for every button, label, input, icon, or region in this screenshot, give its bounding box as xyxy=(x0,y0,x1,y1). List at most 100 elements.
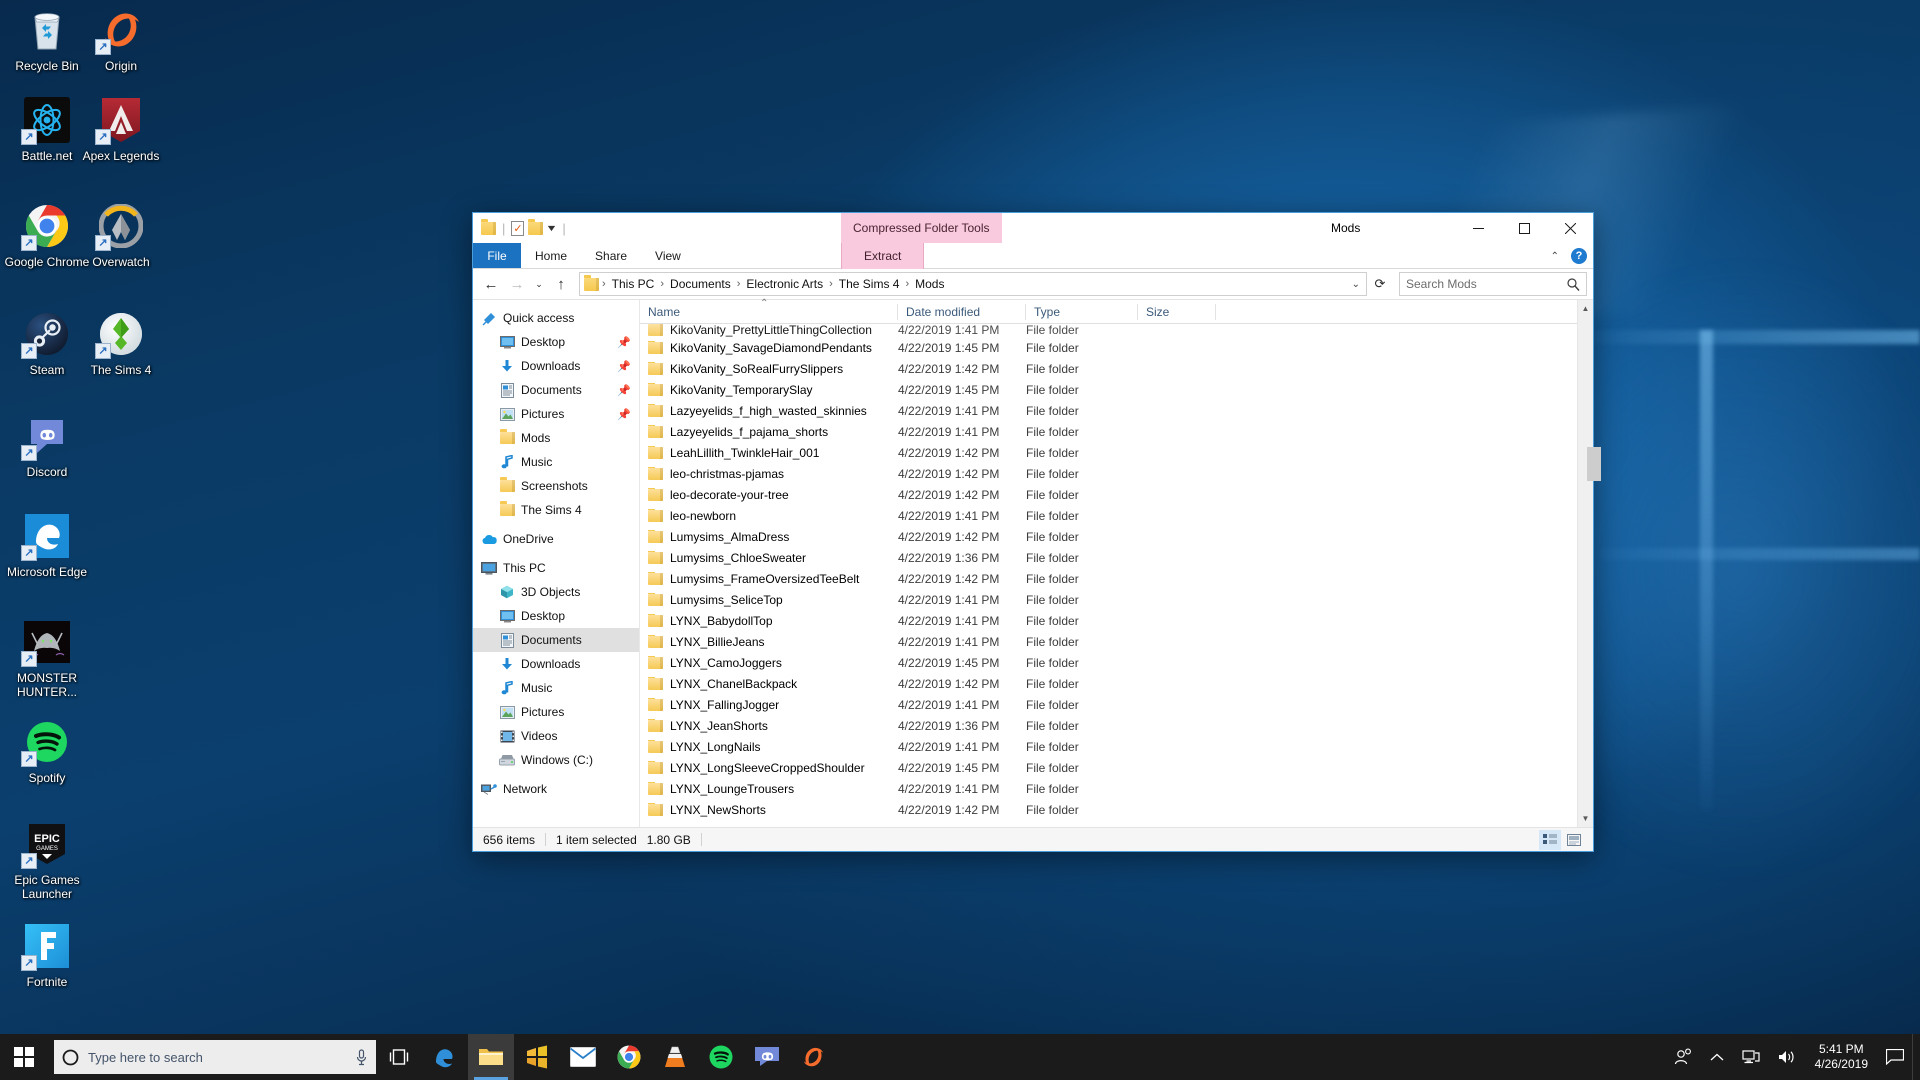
sidebar-item-the-sims-4[interactable]: The Sims 4 xyxy=(473,498,639,522)
sidebar-item-onedrive[interactable]: OneDrive xyxy=(473,527,639,551)
sidebar-item-3d-objects[interactable]: 3D Objects xyxy=(473,580,639,604)
sidebar-item-windows-c[interactable]: Windows (C:) xyxy=(473,748,639,772)
pin-icon[interactable]: 📌 xyxy=(617,336,631,349)
window-title-bar[interactable]: | ▼ | Compressed Folder Tools Mods xyxy=(473,213,1593,243)
chrome-taskbar-icon[interactable] xyxy=(606,1034,652,1080)
system-tray[interactable]: 5:41 PM 4/26/2019 xyxy=(1665,1034,1920,1080)
chevron-up-icon[interactable]: ⌃ xyxy=(1551,251,1559,262)
tab-extract[interactable]: Extract xyxy=(842,243,924,269)
microsoft-store-taskbar-icon[interactable] xyxy=(514,1034,560,1080)
table-row[interactable]: leo-decorate-your-tree 4/22/2019 1:42 PM F… xyxy=(640,484,1577,505)
explorer-system-menu-icon[interactable] xyxy=(481,218,496,235)
file-explorer-window[interactable]: | ▼ | Compressed Folder Tools Mods xyxy=(472,212,1601,852)
tab-home[interactable]: Home xyxy=(521,243,581,268)
desktop-icon-fortnite[interactable]: Fortnite xyxy=(0,922,96,989)
sidebar-item-this-pc[interactable]: This PC xyxy=(473,556,639,580)
action-center-icon[interactable] xyxy=(1878,1034,1912,1080)
table-row[interactable]: LYNX_ChanelBackpack 4/22/2019 1:42 PM File… xyxy=(640,673,1577,694)
sidebar-item-videos[interactable]: Videos xyxy=(473,724,639,748)
maximize-button[interactable] xyxy=(1501,213,1547,243)
refresh-icon[interactable]: ⟳ xyxy=(1369,272,1391,296)
breadcrumb-item-mods[interactable]: Mods xyxy=(910,273,949,295)
properties-icon[interactable] xyxy=(511,220,525,236)
column-header-date-modified[interactable]: Date modified xyxy=(898,300,1026,324)
forward-arrow-icon[interactable]: → xyxy=(505,272,529,296)
window-controls[interactable] xyxy=(1455,213,1593,243)
chevron-down-icon[interactable]: ⌄ xyxy=(1352,279,1360,290)
desktop-icon-overwatch[interactable]: Overwatch xyxy=(72,202,170,269)
table-row[interactable]: Lazyeyelids_f_pajama_shorts 4/22/2019 1:4… xyxy=(640,421,1577,442)
up-arrow-icon[interactable]: ↑ xyxy=(549,272,573,296)
desktop-icon-the-sims-4[interactable]: The Sims 4 xyxy=(72,310,170,377)
view-buttons[interactable] xyxy=(1539,829,1593,850)
table-row[interactable]: KikoVanity_SoRealFurrySlippers 4/22/2019 … xyxy=(640,358,1577,379)
table-row[interactable]: LeahLillith_TwinkleHair_001 4/22/2019 1:4… xyxy=(640,442,1577,463)
file-explorer-taskbar-icon[interactable] xyxy=(468,1034,514,1080)
tab-file[interactable]: File xyxy=(473,243,521,268)
table-row[interactable]: Lumysims_ChloeSweater 4/22/2019 1:36 PM Fi… xyxy=(640,547,1577,568)
pin-icon[interactable]: 📌 xyxy=(617,384,631,397)
desktop-icon-discord[interactable]: Discord xyxy=(0,412,96,479)
file-list-area[interactable]: Name ⌃ Date modified Type Size KikoVanit… xyxy=(640,298,1577,827)
breadcrumb[interactable]: › This PC › Documents › Electronic Arts … xyxy=(579,272,1367,296)
scroll-down-button[interactable]: ▼ xyxy=(1578,810,1594,827)
sidebar-item-music-qa[interactable]: Music xyxy=(473,450,639,474)
desktop-icon-apex-legends[interactable]: Apex Legends xyxy=(72,96,170,163)
sidebar-item-desktop[interactable]: Desktop xyxy=(473,604,639,628)
sidebar-item-pictures-qa[interactable]: Pictures 📌 xyxy=(473,402,639,426)
ribbon-tab-row[interactable]: File Home Share View Extract ⌃ ? xyxy=(473,243,1593,269)
customize-qat-icon[interactable]: ▼ xyxy=(546,223,558,233)
file-rows[interactable]: KikoVanity_PrettyLittleThingCollection 4/… xyxy=(640,324,1577,827)
scroll-up-button[interactable]: ▲ xyxy=(1578,300,1594,317)
sidebar-item-pictures[interactable]: Pictures xyxy=(473,700,639,724)
vlc-taskbar-icon[interactable] xyxy=(652,1034,698,1080)
help-icon[interactable]: ? xyxy=(1571,248,1587,264)
sidebar-item-music[interactable]: Music xyxy=(473,676,639,700)
people-icon[interactable] xyxy=(1665,1048,1701,1066)
table-row[interactable]: LYNX_BabydollTop 4/22/2019 1:41 PM File fo… xyxy=(640,610,1577,631)
sidebar-item-downloads[interactable]: Downloads xyxy=(473,652,639,676)
table-row[interactable]: LYNX_CamoJoggers 4/22/2019 1:45 PM File fo… xyxy=(640,652,1577,673)
table-row[interactable]: LYNX_NewShorts 4/22/2019 1:42 PM File fold… xyxy=(640,799,1577,820)
taskbar-search-input[interactable]: Type here to search xyxy=(54,1040,376,1074)
details-view-button[interactable] xyxy=(1539,829,1561,850)
table-row[interactable]: Lazyeyelids_f_high_wasted_skinnies 4/22/2… xyxy=(640,400,1577,421)
breadcrumb-item-the-sims-4[interactable]: The Sims 4 xyxy=(834,273,905,295)
sidebar-item-network[interactable]: Network xyxy=(473,777,639,801)
sidebar-item-documents-qa[interactable]: Documents 📌 xyxy=(473,378,639,402)
column-header-name[interactable]: Name ⌃ xyxy=(640,298,898,324)
quick-access-toolbar[interactable]: | ▼ | xyxy=(473,218,568,236)
search-input[interactable]: Search Mods xyxy=(1399,272,1587,296)
navigation-pane[interactable]: Quick access Desktop 📌 Downloads 📌 Docum… xyxy=(473,300,640,827)
sidebar-item-documents[interactable]: Documents xyxy=(473,628,639,652)
sidebar-item-mods[interactable]: Mods xyxy=(473,426,639,450)
table-row[interactable]: leo-christmas-pjamas 4/22/2019 1:42 PM Fil… xyxy=(640,463,1577,484)
sidebar-item-downloads-qa[interactable]: Downloads 📌 xyxy=(473,354,639,378)
breadcrumb-item-documents[interactable]: Documents xyxy=(665,273,736,295)
table-row[interactable]: Lumysims_SeliceTop 4/22/2019 1:41 PM File … xyxy=(640,589,1577,610)
network-tray-icon[interactable] xyxy=(1733,1049,1769,1065)
desktop[interactable]: Recycle Bin Origin B xyxy=(0,0,1920,1080)
microphone-icon[interactable] xyxy=(355,1048,368,1066)
breadcrumb-item-this-pc[interactable]: This PC xyxy=(607,273,660,295)
origin-taskbar-icon[interactable] xyxy=(790,1034,836,1080)
sidebar-item-screenshots[interactable]: Screenshots xyxy=(473,474,639,498)
table-row[interactable]: Lumysims_FrameOversizedTeeBelt 4/22/2019 … xyxy=(640,568,1577,589)
breadcrumb-item-electronic-arts[interactable]: Electronic Arts xyxy=(741,273,828,295)
taskbar[interactable]: Type here to search 5:41 PM 4/26/2019 xyxy=(0,1034,1920,1080)
tab-share[interactable]: Share xyxy=(581,243,641,268)
desktop-icon-microsoft-edge[interactable]: Microsoft Edge xyxy=(0,512,96,579)
pin-icon[interactable]: 📌 xyxy=(617,408,631,421)
edge-taskbar-icon[interactable] xyxy=(422,1034,468,1080)
large-icons-view-button[interactable] xyxy=(1563,830,1585,850)
ribbon-right-controls[interactable]: ⌃ ? xyxy=(1551,243,1587,269)
column-header-size[interactable]: Size xyxy=(1138,300,1216,324)
new-folder-icon[interactable] xyxy=(528,218,544,235)
table-row[interactable]: LYNX_JeanShorts 4/22/2019 1:36 PM File fol… xyxy=(640,715,1577,736)
column-header-type[interactable]: Type xyxy=(1026,300,1138,324)
show-desktop-button[interactable] xyxy=(1912,1034,1920,1080)
desktop-icon-monster-hunter[interactable]: MONSTER HUNTER... xyxy=(0,618,96,699)
windows-start-icon[interactable] xyxy=(0,1034,48,1080)
desktop-icon-origin[interactable]: Origin xyxy=(72,6,170,73)
discord-taskbar-icon[interactable] xyxy=(744,1034,790,1080)
